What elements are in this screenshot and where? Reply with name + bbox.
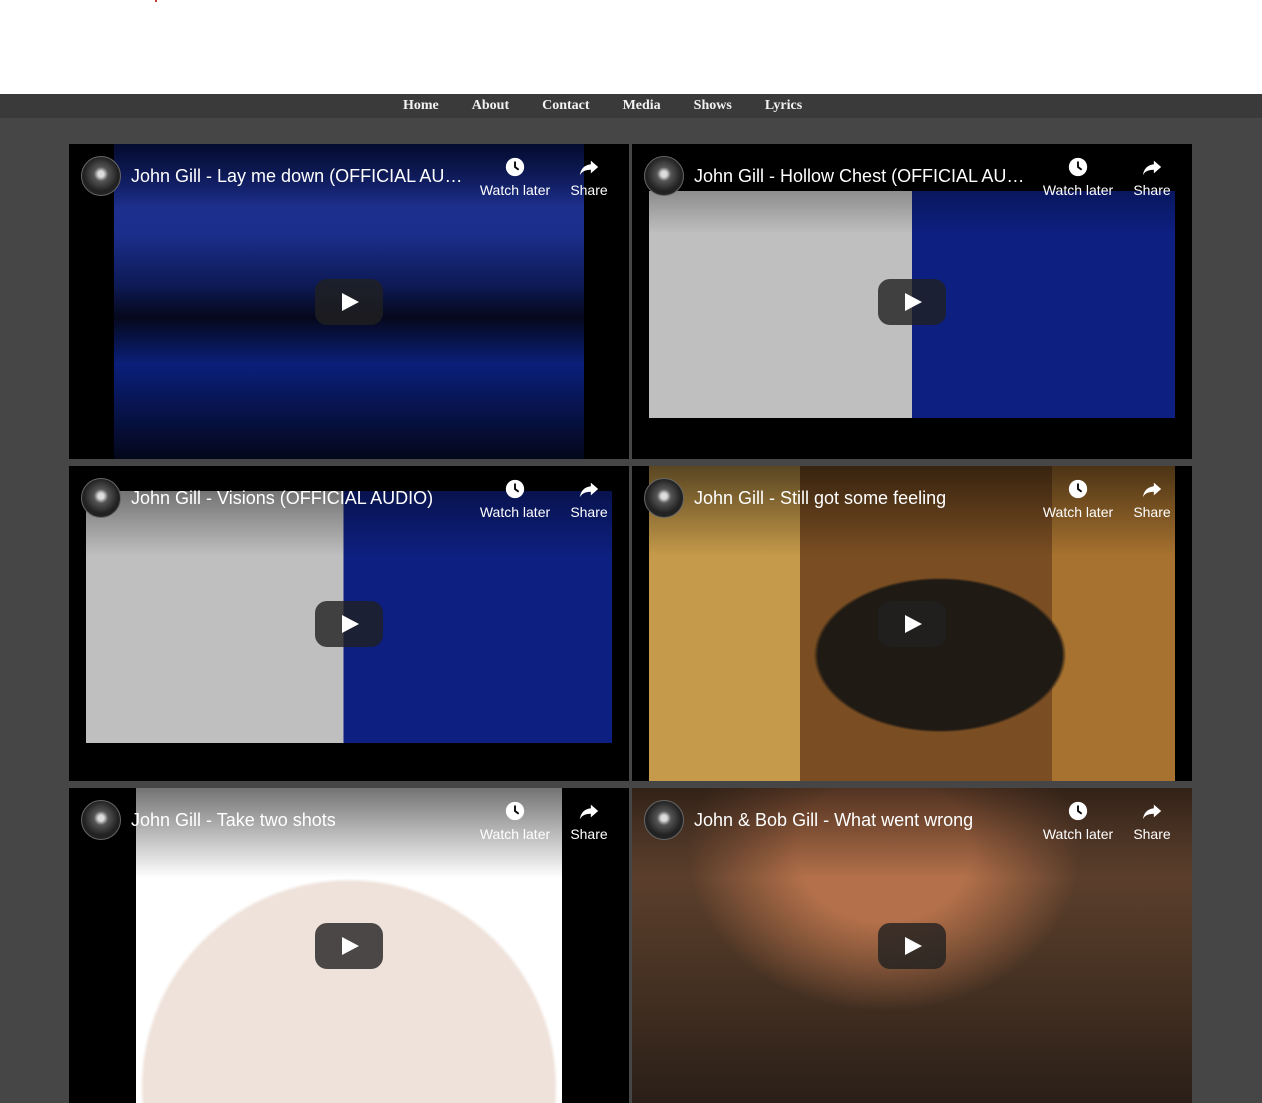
watch-later-label: Watch later	[479, 182, 551, 198]
share-label: Share	[1133, 504, 1171, 520]
clock-icon	[505, 801, 525, 821]
share-arrow-icon	[579, 160, 599, 176]
share-button[interactable]: Share	[552, 800, 626, 842]
watch-later-button[interactable]: Watch later	[478, 800, 552, 842]
video-embed[interactable]: John Gill - Visions (OFFICIAL AUDIO) Wat…	[69, 466, 629, 781]
channel-avatar[interactable]	[644, 156, 684, 196]
watch-later-button[interactable]: Watch later	[478, 478, 552, 520]
watch-later-button[interactable]: Watch later	[1041, 800, 1115, 842]
nav-media[interactable]: Media	[623, 98, 661, 114]
watch-later-button[interactable]: Watch later	[478, 156, 552, 198]
video-title[interactable]: John & Bob Gill - What went wrong	[694, 810, 1034, 831]
share-arrow-icon	[1142, 482, 1162, 498]
channel-avatar[interactable]	[81, 478, 121, 518]
video-embed[interactable]: John Gill - Still got some feeling Watch…	[632, 466, 1192, 781]
nav-list: Home About Contact Media Shows Lyrics	[403, 94, 835, 118]
share-label: Share	[570, 182, 608, 198]
video-title[interactable]: John Gill - Lay me down (OFFICIAL AUDIO)	[131, 166, 471, 187]
share-arrow-icon	[1142, 804, 1162, 820]
video-title[interactable]: John Gill - Visions (OFFICIAL AUDIO)	[131, 488, 471, 509]
header-area	[0, 0, 1262, 94]
channel-avatar[interactable]	[81, 156, 121, 196]
share-label: Share	[570, 826, 608, 842]
clock-icon	[1068, 801, 1088, 821]
watch-later-label: Watch later	[479, 826, 551, 842]
watch-later-label: Watch later	[1042, 504, 1114, 520]
nav-home[interactable]: Home	[403, 98, 439, 114]
share-button[interactable]: Share	[552, 156, 626, 198]
clock-icon	[505, 479, 525, 499]
watch-later-button[interactable]: Watch later	[1041, 156, 1115, 198]
play-button[interactable]	[878, 279, 946, 325]
share-label: Share	[1133, 826, 1171, 842]
play-button[interactable]	[878, 923, 946, 969]
play-button[interactable]	[315, 923, 383, 969]
share-button[interactable]: Share	[1115, 156, 1189, 198]
share-label: Share	[570, 504, 608, 520]
clock-icon	[1068, 157, 1088, 177]
share-button[interactable]: Share	[1115, 478, 1189, 520]
video-title[interactable]: John Gill - Take two shots	[131, 810, 471, 831]
play-button[interactable]	[315, 601, 383, 647]
share-label: Share	[1133, 182, 1171, 198]
nav-lyrics[interactable]: Lyrics	[765, 98, 802, 114]
watch-later-button[interactable]: Watch later	[1041, 478, 1115, 520]
video-embed[interactable]: John Gill - Hollow Chest (OFFICIAL AUDIO…	[632, 144, 1192, 459]
share-arrow-icon	[579, 804, 599, 820]
clock-icon	[505, 157, 525, 177]
share-button[interactable]: Share	[1115, 800, 1189, 842]
watch-later-label: Watch later	[1042, 182, 1114, 198]
video-embed[interactable]: John & Bob Gill - What went wrong Watch …	[632, 788, 1192, 1103]
clock-icon	[1068, 479, 1088, 499]
watch-later-label: Watch later	[1042, 826, 1114, 842]
play-button[interactable]	[315, 279, 383, 325]
channel-avatar[interactable]	[644, 800, 684, 840]
nav-shows[interactable]: Shows	[694, 98, 732, 114]
nav-contact[interactable]: Contact	[542, 98, 589, 114]
share-arrow-icon	[579, 482, 599, 498]
nav-about[interactable]: About	[472, 98, 509, 114]
share-button[interactable]: Share	[552, 478, 626, 520]
video-embed[interactable]: John Gill - Take two shots Watch later S…	[69, 788, 629, 1103]
watch-later-label: Watch later	[479, 504, 551, 520]
channel-avatar[interactable]	[644, 478, 684, 518]
logo-fragment	[155, 0, 157, 2]
channel-avatar[interactable]	[81, 800, 121, 840]
video-title[interactable]: John Gill - Still got some feeling	[694, 488, 1034, 509]
video-title[interactable]: John Gill - Hollow Chest (OFFICIAL AUDIO…	[694, 166, 1034, 187]
main-nav: Home About Contact Media Shows Lyrics	[0, 94, 1262, 118]
share-arrow-icon	[1142, 160, 1162, 176]
play-button[interactable]	[878, 601, 946, 647]
video-embed[interactable]: John Gill - Lay me down (OFFICIAL AUDIO)…	[69, 144, 629, 459]
